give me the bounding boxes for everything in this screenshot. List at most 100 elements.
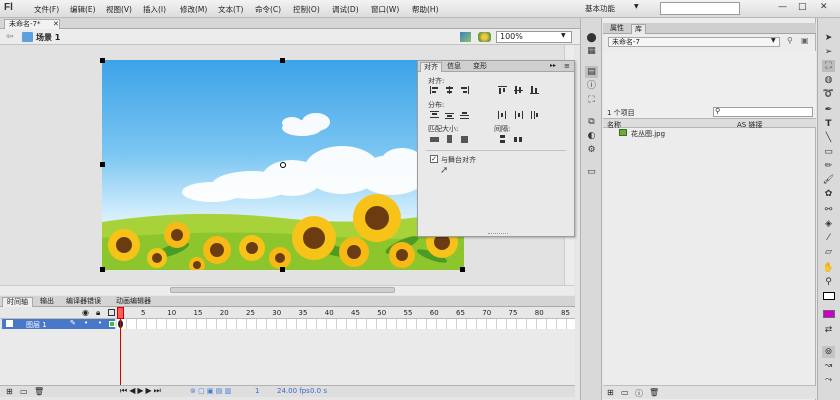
align-to-stage-checkbox[interactable]: ✓ xyxy=(430,155,438,163)
align-right-icon[interactable] xyxy=(460,86,469,94)
free-transform-tool-icon[interactable]: ⛶ xyxy=(822,60,835,72)
distribute-top-icon[interactable] xyxy=(430,111,439,119)
align-vcenter-icon[interactable] xyxy=(514,86,523,94)
straighten-icon[interactable]: ⤳ xyxy=(822,374,835,386)
new-layer-icon[interactable]: ⊞ xyxy=(6,387,13,396)
playback-controls[interactable]: ⏮◀▶▶⏭ xyxy=(120,386,163,396)
smooth-icon[interactable]: ↝ xyxy=(822,360,835,372)
delete-icon[interactable]: 🗑︎ xyxy=(649,388,659,397)
new-folder-icon[interactable]: ▭ xyxy=(20,387,28,396)
menu-control[interactable]: 控制(O) xyxy=(293,4,320,15)
match-height-icon[interactable] xyxy=(445,135,454,143)
layer-row[interactable]: 图层 1 ✎ • • xyxy=(2,319,115,329)
paint-bucket-tool-icon[interactable]: ◈ xyxy=(822,218,835,230)
resize-grip[interactable] xyxy=(488,233,508,235)
align-bottom-icon[interactable] xyxy=(530,86,539,94)
pen-tool-icon[interactable]: ✒ xyxy=(822,104,835,116)
onion-skin-icons[interactable]: ⊚ ▢ ▣ ▤ ▥ xyxy=(190,387,231,395)
distribute-right-icon[interactable] xyxy=(530,111,539,119)
align-left-icon[interactable] xyxy=(430,86,439,94)
snap-to-objects-icon[interactable]: ⊚ xyxy=(822,346,835,358)
pin-icon[interactable]: ⚲ xyxy=(787,36,793,45)
minimize-button[interactable]: — xyxy=(778,2,787,12)
selection-tool-icon[interactable]: ➤ xyxy=(822,32,835,44)
edit-scene-icon[interactable] xyxy=(460,32,471,42)
distribute-left-icon[interactable] xyxy=(498,111,507,119)
transform-handle[interactable] xyxy=(460,267,465,272)
tab-timeline[interactable]: 时间轴 xyxy=(2,297,33,307)
help-search-input[interactable] xyxy=(660,2,740,15)
align-top-icon[interactable] xyxy=(498,86,507,94)
close-icon[interactable]: ✕ xyxy=(53,20,59,29)
menu-help[interactable]: 帮助(H) xyxy=(412,4,439,15)
fill-color-swatch[interactable] xyxy=(823,310,835,318)
playhead[interactable] xyxy=(120,307,121,387)
menu-insert[interactable]: 插入(I) xyxy=(143,4,166,15)
bone-tool-icon[interactable]: ⚯ xyxy=(822,204,835,216)
3d-rotation-tool-icon[interactable]: ◍ xyxy=(822,74,835,86)
properties-icon[interactable]: ⓘ xyxy=(635,388,643,399)
new-symbol-icon[interactable]: ⊞ xyxy=(607,388,614,397)
distribute-hcenter-icon[interactable] xyxy=(514,111,523,119)
library-document-select[interactable]: 未命名-7 xyxy=(608,37,780,47)
chevron-down-icon[interactable]: ▼ xyxy=(771,37,776,44)
new-folder-icon[interactable]: ▭ xyxy=(621,388,629,397)
align-hcenter-icon[interactable] xyxy=(445,86,454,94)
subselection-tool-icon[interactable]: ➢ xyxy=(822,46,835,58)
brush-tool-icon[interactable]: 🖌︎ xyxy=(822,174,835,186)
menu-window[interactable]: 窗口(W) xyxy=(371,4,399,15)
new-library-icon[interactable]: ▣ xyxy=(801,36,809,45)
dot-icon[interactable]: • xyxy=(98,319,102,327)
swap-colors-icon[interactable]: ⇄ xyxy=(822,324,835,336)
eraser-tool-icon[interactable]: ▱ xyxy=(822,246,835,258)
swatches-panel-icon[interactable]: ▦ xyxy=(585,45,598,57)
pencil-tool-icon[interactable]: ✏ xyxy=(822,160,835,172)
tab-info[interactable]: 信息 xyxy=(444,62,464,72)
menu-text[interactable]: 文本(T) xyxy=(218,4,243,15)
tab-motion-editor[interactable]: 动画编辑器 xyxy=(112,297,155,307)
transform-handle[interactable] xyxy=(280,58,285,63)
transform-panel-icon[interactable]: ⛶ xyxy=(585,94,598,106)
outline-icon[interactable] xyxy=(108,309,115,316)
hand-tool-icon[interactable]: ✋ xyxy=(822,262,835,274)
document-tab[interactable]: 未命名-7* ✕ xyxy=(4,19,60,29)
rectangle-tool-icon[interactable]: ▭ xyxy=(822,146,835,158)
back-arrow-icon[interactable]: ⇦ xyxy=(6,32,14,42)
info-panel-icon[interactable]: ⓘ xyxy=(585,80,598,92)
lasso-tool-icon[interactable]: ➰ xyxy=(822,88,835,100)
scrollbar-thumb[interactable] xyxy=(170,287,395,293)
distribute-vcenter-icon[interactable] xyxy=(445,111,454,119)
transform-handle[interactable] xyxy=(100,162,105,167)
library-item[interactable]: 花丛图.jpg xyxy=(603,128,816,138)
tab-library[interactable]: 库 xyxy=(631,24,646,34)
distribute-bottom-icon[interactable] xyxy=(460,111,469,119)
eyedropper-tool-icon[interactable]: ⁄ xyxy=(822,232,835,244)
workspace-switcher[interactable]: 基本功能 xyxy=(585,3,615,14)
text-tool-icon[interactable]: T xyxy=(822,118,835,130)
scene-panel-icon[interactable]: ▭ xyxy=(585,166,598,178)
layer-color-icon[interactable] xyxy=(109,321,115,327)
frames-row[interactable] xyxy=(117,319,575,329)
components-panel-icon[interactable]: ⧉ xyxy=(585,116,598,128)
transform-handle[interactable] xyxy=(100,267,105,272)
align-panel-icon[interactable]: ▤ xyxy=(585,66,598,78)
motion-presets-icon[interactable]: ◐ xyxy=(585,130,598,142)
stroke-color-swatch[interactable] xyxy=(823,292,835,300)
match-width-height-icon[interactable] xyxy=(460,135,469,143)
menu-command[interactable]: 命令(C) xyxy=(255,4,281,15)
chevron-down-icon[interactable]: ▼ xyxy=(561,32,566,39)
zoom-tool-icon[interactable]: ⚲ xyxy=(822,276,835,288)
menu-view[interactable]: 视图(V) xyxy=(106,4,132,15)
tab-properties[interactable]: 属性 xyxy=(607,24,627,34)
tab-compiler-errors[interactable]: 编译器错误 xyxy=(62,297,105,307)
color-panel-icon[interactable]: ⬤ xyxy=(585,32,598,44)
transform-point[interactable] xyxy=(280,162,286,168)
frame-rate[interactable]: 24.00 fps xyxy=(277,387,310,395)
code-snippets-icon[interactable]: ⚙ xyxy=(585,144,598,156)
edit-symbols-icon[interactable] xyxy=(478,32,491,42)
transform-handle[interactable] xyxy=(100,58,105,63)
deco-tool-icon[interactable]: ✿ xyxy=(822,188,835,200)
menu-modify[interactable]: 修改(M) xyxy=(180,4,207,15)
current-frame[interactable]: 1 xyxy=(255,387,259,395)
menu-debug[interactable]: 调试(D) xyxy=(332,4,359,15)
